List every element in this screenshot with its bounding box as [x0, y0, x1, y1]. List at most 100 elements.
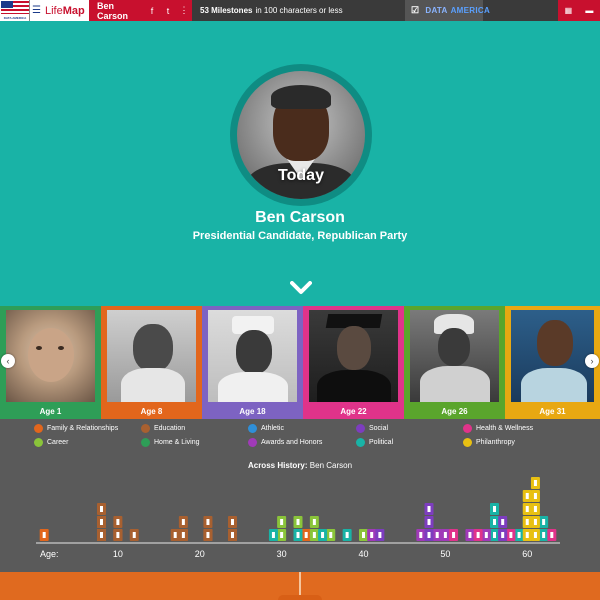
- milestone-glyph: [525, 493, 529, 499]
- milestone-glyph: [296, 519, 300, 525]
- legend-awards[interactable]: Awards and Honors: [248, 438, 322, 447]
- legend-label: Family & Relationships: [47, 425, 119, 432]
- data-america-flag-logo[interactable]: DATA AMERICA: [0, 0, 30, 21]
- legend-education[interactable]: Education: [141, 424, 185, 433]
- legend-career[interactable]: Career: [34, 438, 68, 447]
- category-legend: Family & Relationships Education Athleti…: [0, 419, 600, 454]
- family-icon: [34, 424, 43, 433]
- chevron-down-icon[interactable]: [290, 281, 312, 295]
- portrait-ring: Today: [230, 64, 372, 206]
- milestone-glyph: [542, 519, 546, 525]
- legend-philanthropy[interactable]: Philanthropy: [463, 438, 515, 447]
- legend-label: Athletic: [261, 425, 284, 432]
- today-label: Today: [278, 167, 324, 184]
- milestone-glyph: [533, 532, 537, 538]
- legend-label: Social: [369, 425, 389, 432]
- college-photo: [309, 310, 398, 402]
- current-portrait[interactable]: Today: [237, 71, 365, 199]
- milestone-glyph: [231, 519, 234, 525]
- grid-view-icon[interactable]: ▦: [565, 6, 573, 15]
- graduation-photo: [208, 310, 297, 402]
- milestone-glyph: [116, 519, 120, 525]
- timeline-title-name: Ben Carson: [309, 461, 353, 470]
- data-america-toggle[interactable]: ☑ DATA AMERICA: [405, 0, 490, 21]
- legend-label: Health & Wellness: [476, 425, 534, 432]
- legend-family[interactable]: Family & Relationships: [34, 424, 118, 433]
- milestone-glyph: [100, 519, 103, 525]
- legend-home[interactable]: Home & Living: [141, 438, 200, 447]
- age-label: Age 8: [140, 407, 163, 416]
- athletic-icon: [248, 424, 257, 433]
- milestone-glyph: [296, 532, 300, 538]
- age-carousel: Age 1 Age 8 Age 18 Age 22 Age 26 Age 31: [0, 306, 600, 419]
- timeline-title-bold: Across History:: [247, 461, 308, 470]
- career-icon: [34, 438, 43, 447]
- legend-social[interactable]: Social: [356, 424, 388, 433]
- milestone-timeline-chart: Age: 10 20 30 40 50 60: [36, 477, 560, 559]
- milestone-glyph: [370, 532, 374, 538]
- political-icon: [356, 438, 365, 447]
- milestone-glyph: [509, 532, 513, 538]
- legend-label: Career: [47, 439, 69, 446]
- tick-label: 20: [195, 549, 205, 559]
- education-icon: [141, 424, 150, 433]
- milestone-glyph: [312, 532, 316, 538]
- hero-name: Ben Carson: [255, 209, 345, 226]
- milestone-glyph: [427, 519, 431, 525]
- data-label: DATA: [425, 6, 448, 15]
- age-card-18[interactable]: Age 18: [202, 306, 303, 419]
- timeline-title: Across History: Ben Carson: [0, 461, 600, 470]
- checkbox-icon[interactable]: ☑: [411, 5, 419, 16]
- milestone-glyph: [525, 519, 529, 525]
- milestone-glyph: [378, 532, 382, 538]
- tick-label: 40: [358, 549, 368, 559]
- legend-athletic[interactable]: Athletic: [248, 424, 284, 433]
- milestone-glyph: [525, 506, 529, 512]
- age-card-8[interactable]: Age 8: [101, 306, 202, 419]
- milestone-glyph: [550, 532, 554, 538]
- person-share-bar: Ben Carson f t ⋮: [89, 0, 192, 21]
- tick-label: 60: [522, 549, 532, 559]
- legend-political[interactable]: Political: [356, 438, 393, 447]
- milestone-glyph: [362, 532, 365, 538]
- milestones-count: 53 Milestones: [200, 6, 253, 15]
- milestone-glyph: [329, 532, 333, 538]
- milestone-glyph: [100, 506, 103, 512]
- list-view-icon[interactable]: ▬: [585, 6, 593, 15]
- milestone-glyph: [443, 532, 447, 538]
- milestone-glyph: [280, 519, 284, 525]
- age-card-22[interactable]: Age 22: [303, 306, 404, 419]
- carousel-next-icon[interactable]: ›: [585, 354, 599, 368]
- facebook-icon[interactable]: f: [144, 6, 160, 16]
- lifemap-logo[interactable]: Life Map: [43, 0, 89, 21]
- milestone-glyph: [533, 519, 537, 525]
- hamburger-icon[interactable]: ☰: [30, 0, 43, 21]
- milestone-glyph: [517, 532, 521, 538]
- milestone-glyph: [493, 506, 496, 512]
- trophy-icon: [248, 438, 257, 447]
- legend-label: Philanthropy: [476, 439, 515, 446]
- milestone-glyph: [280, 532, 284, 538]
- milestone-glyph: [321, 532, 325, 538]
- milestone-glyph: [533, 506, 537, 512]
- legend-health[interactable]: Health & Wellness: [463, 424, 533, 433]
- milestone-glyph: [181, 519, 185, 525]
- milestone-glyph: [271, 532, 275, 538]
- more-options-icon[interactable]: ⋮: [176, 5, 192, 16]
- milestone-glyph: [468, 532, 472, 538]
- surgeon-photo: [410, 310, 499, 402]
- twitter-icon[interactable]: t: [160, 6, 176, 16]
- america-label: AMERICA: [450, 6, 491, 15]
- logo-suffix: Map: [62, 4, 85, 17]
- age-card-26[interactable]: Age 26: [404, 306, 505, 419]
- scroll-handle[interactable]: [278, 595, 322, 600]
- legend-label: Political: [369, 439, 394, 446]
- milestone-glyph: [427, 506, 431, 512]
- legend-label: Education: [154, 425, 186, 432]
- philanthropy-icon: [463, 438, 472, 447]
- age-card-1[interactable]: Age 1: [0, 306, 101, 419]
- milestone-glyph: [493, 519, 496, 525]
- carousel-prev-icon[interactable]: ‹: [1, 354, 15, 368]
- home-icon: [141, 438, 150, 447]
- hero-section: Today Ben Carson Presidential Candidate,…: [0, 21, 600, 306]
